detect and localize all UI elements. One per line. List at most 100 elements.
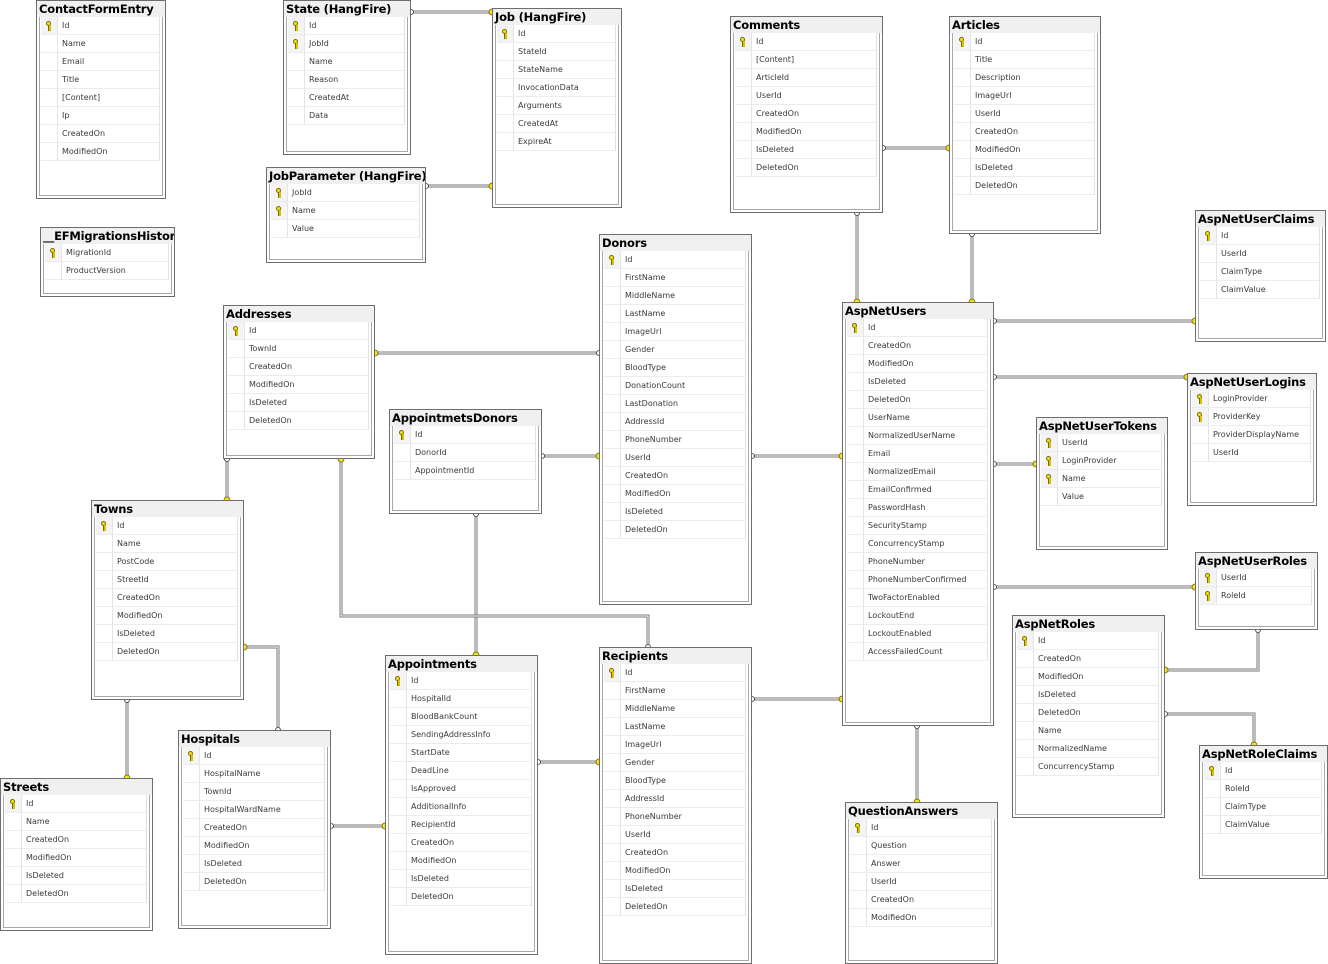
column-row[interactable]: Id — [183, 747, 324, 765]
row-selector[interactable] — [228, 394, 245, 411]
column-row[interactable]: ModifiedOn — [735, 123, 876, 141]
row-selector[interactable] — [183, 819, 200, 836]
row-selector[interactable] — [604, 359, 621, 376]
column-row[interactable]: TwoFactorEnabled — [847, 589, 987, 607]
row-selector[interactable] — [847, 445, 864, 462]
row-selector[interactable] — [41, 107, 58, 124]
row-selector[interactable] — [850, 819, 867, 836]
table-efmigrationshistory[interactable]: __EFMigrationsHistory MigrationId ProductV… — [40, 227, 175, 297]
column-row[interactable]: LoginProvider — [1041, 452, 1161, 470]
column-row[interactable]: UserId — [604, 826, 745, 844]
table-aspnetusers[interactable]: AspNetUsers Id CreatedOn ModifiedOn IsDelete… — [842, 302, 994, 726]
column-row[interactable]: CreatedOn — [954, 123, 1094, 141]
column-row[interactable]: UserId — [1041, 434, 1161, 452]
column-row[interactable]: IsDeleted — [735, 141, 876, 159]
column-row[interactable]: Id — [850, 819, 991, 837]
column-row[interactable]: ModifiedOn — [1017, 668, 1158, 686]
column-row[interactable]: DeletedOn — [604, 521, 745, 539]
column-row[interactable]: ModifiedOn — [183, 837, 324, 855]
row-selector[interactable] — [5, 885, 22, 902]
column-row[interactable]: RoleId — [1200, 587, 1311, 605]
column-row[interactable]: RoleId — [1204, 780, 1321, 798]
column-row[interactable]: CreatedAt — [497, 115, 615, 133]
row-selector[interactable] — [288, 89, 305, 106]
row-selector[interactable] — [604, 844, 621, 861]
column-row[interactable]: Id — [1200, 227, 1319, 245]
row-selector[interactable] — [1200, 245, 1217, 262]
row-selector[interactable] — [954, 141, 971, 158]
row-selector[interactable] — [390, 708, 407, 725]
column-row[interactable]: Name — [1041, 470, 1161, 488]
column-row[interactable]: DeadLine — [390, 762, 531, 780]
column-row[interactable]: Email — [847, 445, 987, 463]
column-row[interactable]: IsDeleted — [604, 503, 745, 521]
row-selector[interactable] — [1017, 668, 1034, 685]
column-row[interactable]: ConcurrencyStamp — [1017, 758, 1158, 776]
column-row[interactable]: Title — [41, 71, 159, 89]
column-row[interactable]: DeletedOn — [5, 885, 146, 903]
column-row[interactable]: IsDeleted — [228, 394, 368, 412]
row-selector[interactable] — [390, 834, 407, 851]
column-row[interactable]: IsDeleted — [1017, 686, 1158, 704]
row-selector[interactable] — [604, 449, 621, 466]
column-row[interactable]: ModifiedOn — [5, 849, 146, 867]
column-row[interactable]: Name — [1017, 722, 1158, 740]
row-selector[interactable] — [735, 105, 752, 122]
row-selector[interactable] — [1204, 780, 1221, 797]
row-selector[interactable] — [735, 87, 752, 104]
row-selector[interactable] — [271, 202, 288, 219]
row-selector[interactable] — [847, 337, 864, 354]
column-row[interactable]: Id — [1017, 632, 1158, 650]
row-selector[interactable] — [604, 521, 621, 538]
column-row[interactable]: Value — [271, 220, 419, 238]
row-selector[interactable] — [183, 783, 200, 800]
row-selector[interactable] — [847, 499, 864, 516]
column-row[interactable]: HospitalId — [390, 690, 531, 708]
row-selector[interactable] — [96, 571, 113, 588]
column-row[interactable]: Id — [394, 426, 535, 444]
column-row[interactable]: ModifiedOn — [604, 862, 745, 880]
column-row[interactable]: ExpireAt — [497, 133, 615, 151]
column-row[interactable]: Id — [1204, 762, 1321, 780]
column-row[interactable]: JobId — [288, 35, 404, 53]
row-selector[interactable] — [390, 798, 407, 815]
column-row[interactable]: LastDonation — [604, 395, 745, 413]
column-row[interactable]: CreatedOn — [604, 844, 745, 862]
column-row[interactable]: Id — [41, 17, 159, 35]
table-title[interactable]: Appointments — [386, 656, 537, 672]
row-selector[interactable] — [954, 33, 971, 50]
column-row[interactable]: ClaimValue — [1204, 816, 1321, 834]
column-row[interactable]: ModifiedOn — [96, 607, 237, 625]
row-selector[interactable] — [288, 53, 305, 70]
table-appointmetsdonors[interactable]: AppointmetsDonors Id DonorId AppointmentId — [389, 409, 542, 514]
column-row[interactable]: Name — [41, 35, 159, 53]
column-row[interactable]: CreatedOn — [1017, 650, 1158, 668]
row-selector[interactable] — [1017, 632, 1034, 649]
column-row[interactable]: Id — [604, 251, 745, 269]
column-row[interactable]: IsDeleted — [604, 880, 745, 898]
column-row[interactable]: ModifiedOn — [850, 909, 991, 927]
row-selector[interactable] — [390, 816, 407, 833]
column-row[interactable]: BloodType — [604, 359, 745, 377]
column-row[interactable]: Id — [735, 33, 876, 51]
row-selector[interactable] — [1200, 281, 1217, 298]
row-selector[interactable] — [41, 125, 58, 142]
table-title[interactable]: AspNetUserRoles — [1196, 553, 1317, 569]
column-row[interactable]: Data — [288, 107, 404, 125]
row-selector[interactable] — [604, 467, 621, 484]
column-row[interactable]: ModifiedOn — [954, 141, 1094, 159]
table-contactformentry[interactable]: ContactFormEntry Id Name Email Title [Content… — [36, 0, 166, 199]
column-row[interactable]: LockoutEnabled — [847, 625, 987, 643]
row-selector[interactable] — [497, 61, 514, 78]
row-selector[interactable] — [1017, 740, 1034, 757]
column-row[interactable]: MigrationId — [45, 244, 168, 262]
column-row[interactable]: Ip — [41, 107, 159, 125]
row-selector[interactable] — [847, 517, 864, 534]
column-row[interactable]: PostCode — [96, 553, 237, 571]
column-row[interactable]: ProductVersion — [45, 262, 168, 280]
column-row[interactable]: HospitalWardName — [183, 801, 324, 819]
column-row[interactable]: IsApproved — [390, 780, 531, 798]
column-row[interactable]: ClaimType — [1204, 798, 1321, 816]
row-selector[interactable] — [1200, 263, 1217, 280]
column-row[interactable]: FirstName — [604, 682, 745, 700]
